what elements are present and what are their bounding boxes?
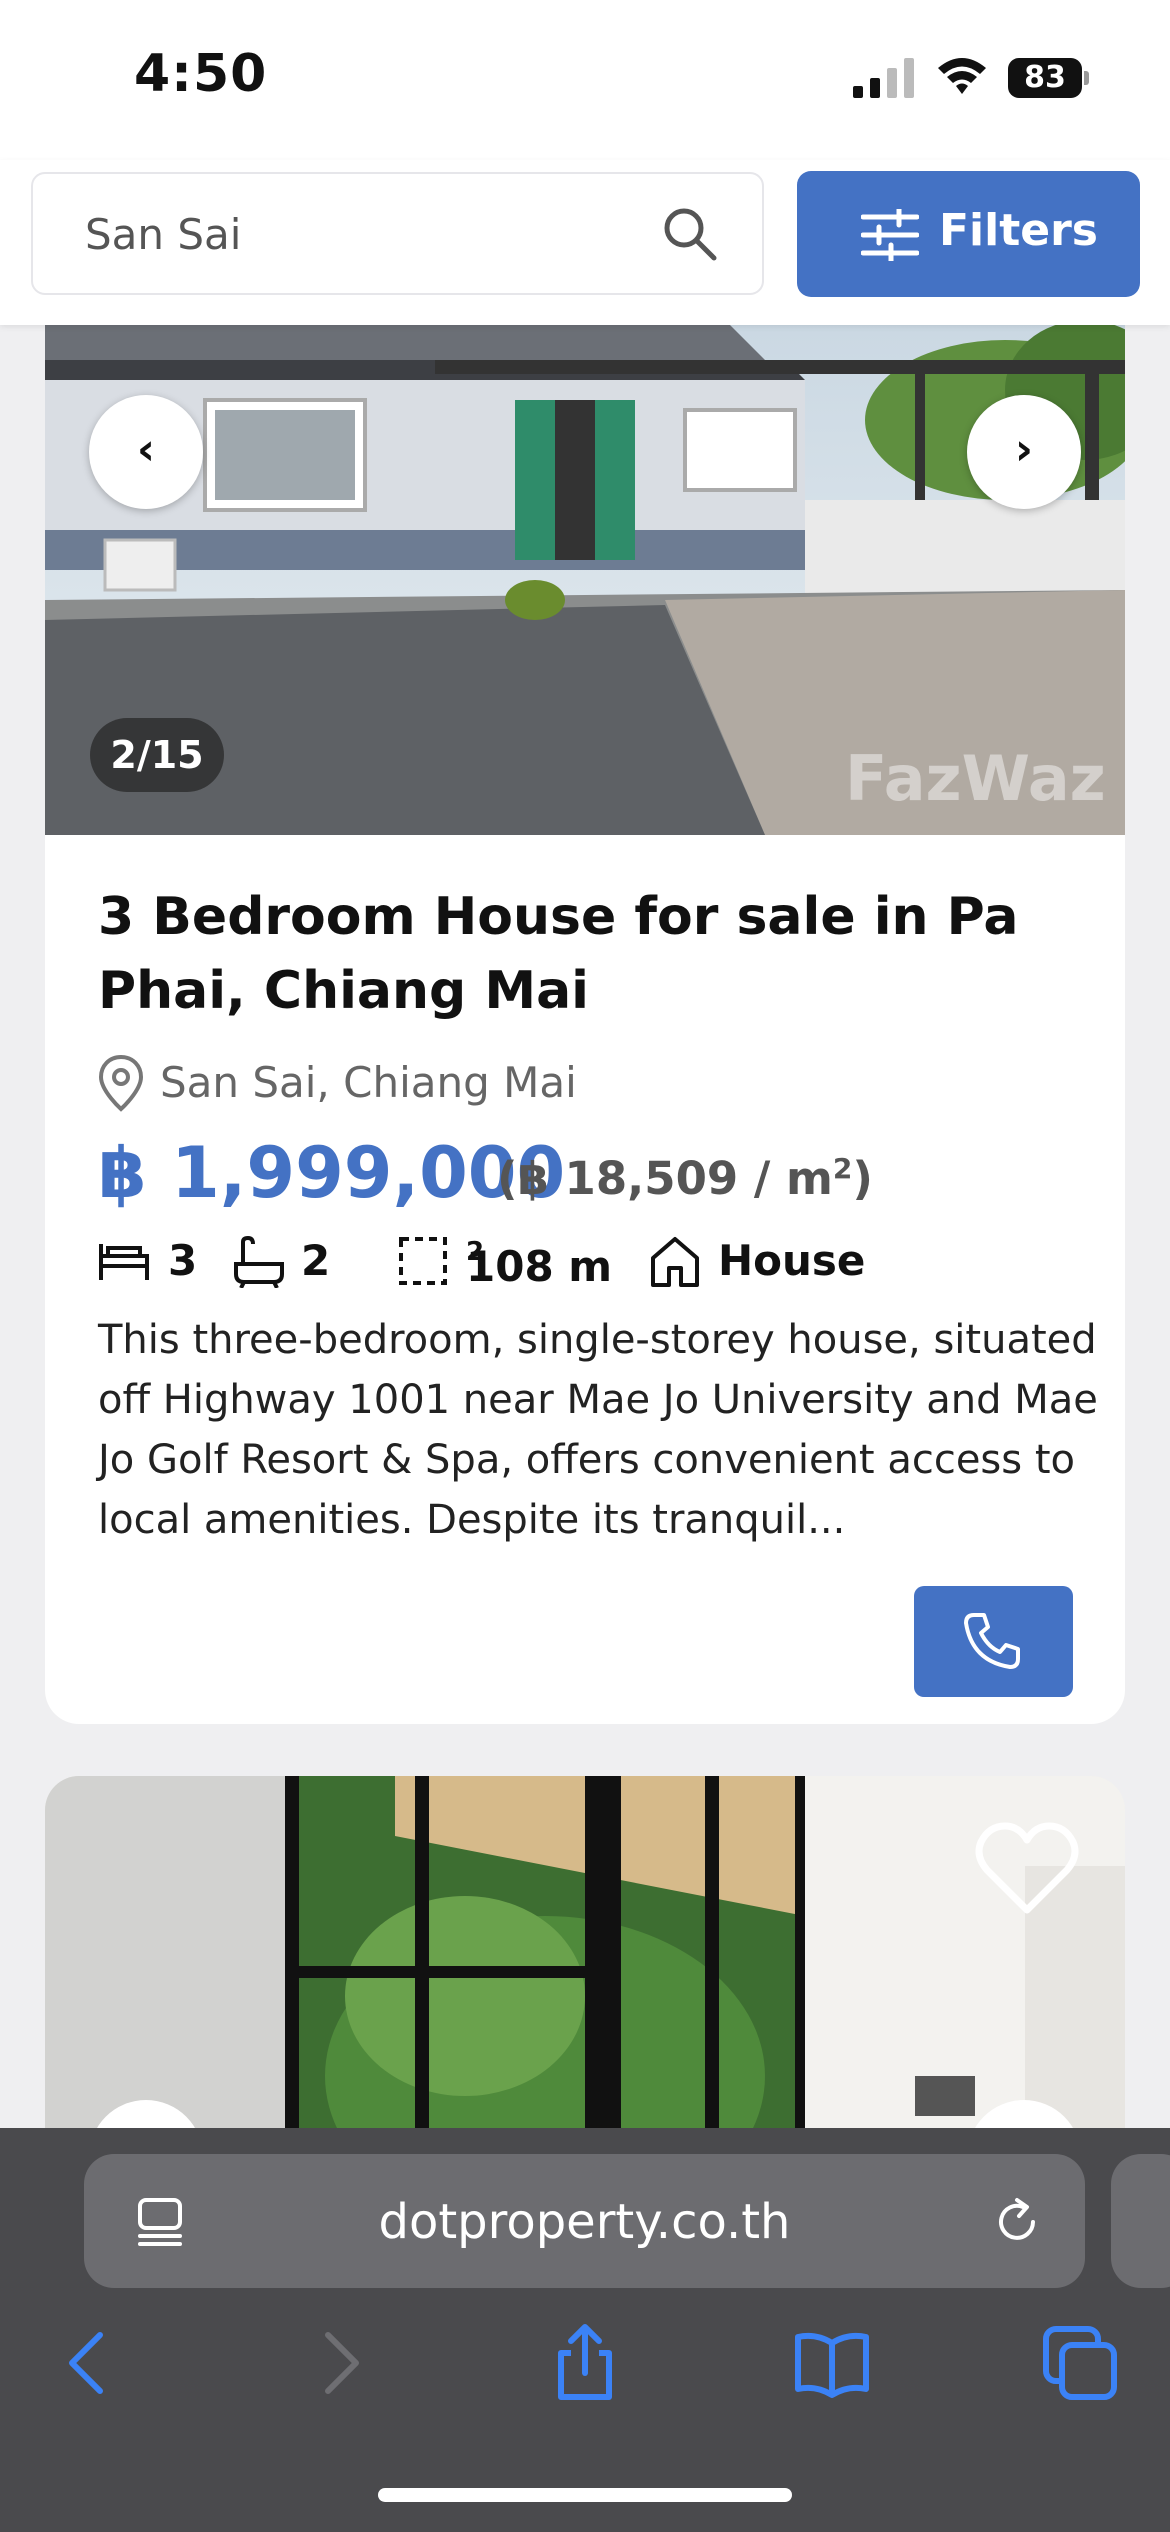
- prev-photo-button[interactable]: ‹: [89, 395, 203, 509]
- price-per-sqm: (฿ 18,509 / m2): [497, 1152, 873, 1205]
- bathrooms-count: 2: [301, 1236, 331, 1285]
- wifi-icon: [938, 58, 986, 94]
- listing-card[interactable]: FazWaz ‹ › 2/15 3 Bedroom House for sale…: [45, 300, 1125, 1724]
- reload-icon[interactable]: [989, 2194, 1045, 2250]
- address-bar[interactable]: dotproperty.co.th: [84, 2154, 1085, 2288]
- filters-label: Filters: [939, 205, 1098, 256]
- search-icon[interactable]: [660, 204, 720, 264]
- cellular-signal-icon: [853, 58, 914, 98]
- call-button[interactable]: [914, 1586, 1073, 1697]
- battery-level: 83: [1008, 58, 1082, 98]
- phone-icon: [964, 1613, 1020, 1669]
- next-photo-button[interactable]: ›: [967, 395, 1081, 509]
- bedrooms-count: 3: [168, 1236, 198, 1285]
- search-header: San Sai Filters: [0, 160, 1170, 325]
- property-type: House: [718, 1236, 866, 1285]
- area-icon: [399, 1237, 447, 1285]
- photo-watermark: FazWaz: [845, 742, 1106, 815]
- status-time: 4:50: [134, 44, 268, 104]
- listing-description: This three-bedroom, single-storey house,…: [98, 1317, 1098, 1543]
- listing-title[interactable]: 3 Bedroom House for sale in Pa Phai, Chi…: [98, 880, 1058, 1028]
- listing-price: ฿ 1,999,000: [98, 1132, 566, 1214]
- price-per-sqm-close: ): [852, 1152, 873, 1205]
- filters-button[interactable]: Filters: [797, 171, 1140, 297]
- search-value: San Sai: [85, 210, 242, 259]
- status-bar: 4:50 83: [0, 0, 1170, 160]
- tabs-icon[interactable]: [1040, 2323, 1120, 2403]
- home-indicator[interactable]: [378, 2488, 792, 2502]
- price-per-sqm-value: (฿ 18,509 / m: [497, 1152, 833, 1205]
- location-text: San Sai, Chiang Mai: [160, 1058, 577, 1107]
- sliders-icon: [861, 209, 919, 261]
- search-input[interactable]: San Sai: [31, 172, 764, 295]
- share-icon[interactable]: [545, 2323, 625, 2403]
- forward-icon[interactable]: [300, 2323, 380, 2403]
- listing-specs: 3 2 108 m2 House: [98, 1230, 1088, 1298]
- house-icon: [651, 1237, 699, 1287]
- heart-icon[interactable]: [975, 1820, 1079, 1916]
- chevron-left-icon: ‹: [136, 424, 156, 475]
- browser-toolbar: dotproperty.co.th: [0, 2128, 1170, 2532]
- url-text: dotproperty.co.th: [378, 2194, 791, 2250]
- bathtub-icon: [234, 1236, 284, 1288]
- chevron-right-icon: ›: [1014, 424, 1034, 475]
- image-counter: 2/15: [90, 718, 224, 792]
- bookmarks-icon[interactable]: [792, 2323, 872, 2403]
- bed-icon: [99, 1244, 149, 1280]
- location-pin-icon: [98, 1054, 144, 1112]
- area-value: 108 m2: [466, 1237, 613, 1291]
- battery-icon: 83: [1008, 58, 1090, 98]
- back-icon[interactable]: [48, 2323, 128, 2403]
- next-tab-pill[interactable]: [1111, 2154, 1170, 2288]
